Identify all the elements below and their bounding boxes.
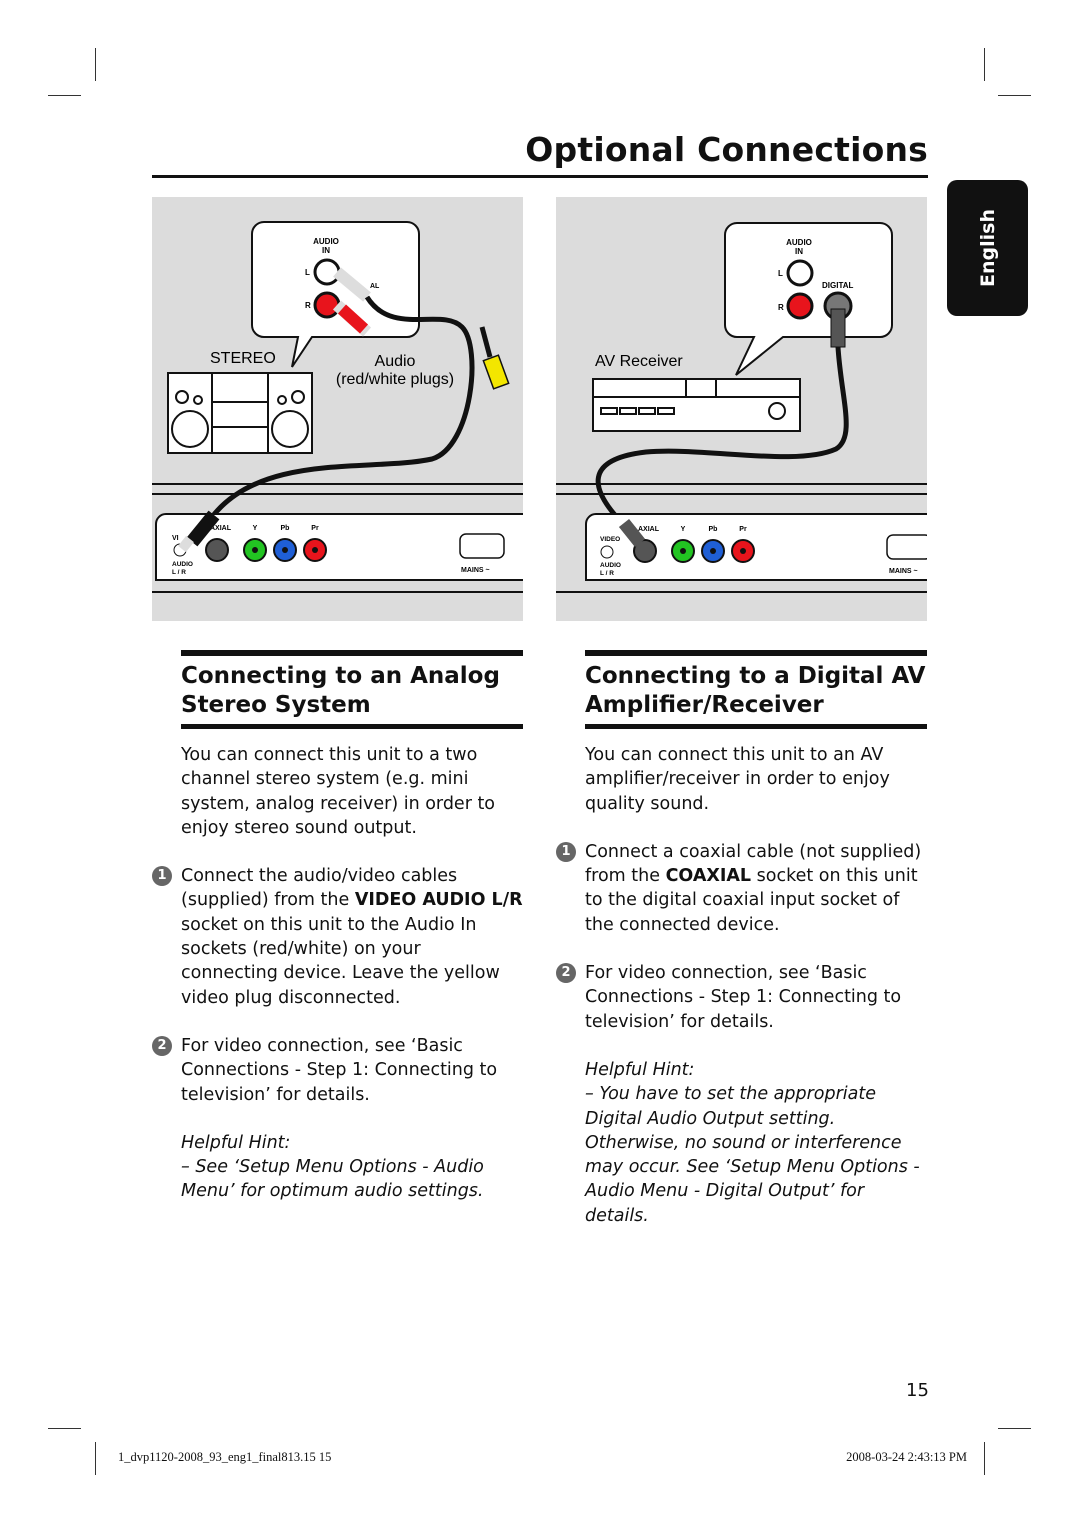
language-tab: English xyxy=(947,180,1028,316)
coaxial-cable xyxy=(595,346,849,529)
av-receiver-icon xyxy=(592,378,801,432)
svg-text:MAINS ~: MAINS ~ xyxy=(461,567,490,574)
coaxial-jack xyxy=(205,538,229,562)
audio-r-jack xyxy=(786,292,814,320)
step-number-badge: 1 xyxy=(152,866,172,887)
svg-text:MAINS ~: MAINS ~ xyxy=(889,568,918,575)
step-number-badge: 1 xyxy=(556,841,576,862)
svg-text:Pr: Pr xyxy=(311,525,319,532)
audio-r-jack xyxy=(313,291,341,319)
page-title: Optional Connections xyxy=(525,130,928,169)
mains-socket xyxy=(886,534,927,560)
intro-text: You can connect this unit to an AV ampli… xyxy=(585,745,890,814)
page-number: 15 xyxy=(906,1380,929,1401)
svg-text:AXIAL: AXIAL xyxy=(638,526,660,533)
crop-mark xyxy=(48,95,81,96)
svg-text:Pb: Pb xyxy=(709,526,718,533)
hint-text: – See ‘Setup Menu Options - Audio Menu’ … xyxy=(181,1157,484,1202)
svg-text:VIDEO: VIDEO xyxy=(600,536,620,543)
yellow-video-plug xyxy=(482,354,510,390)
analog-section: Connecting to an Analog Stereo System You… xyxy=(152,650,523,1204)
device-label: STEREO xyxy=(210,350,276,367)
svg-text:AL: AL xyxy=(370,283,380,290)
svg-text:IN: IN xyxy=(322,246,330,255)
audio-l-jack xyxy=(313,258,341,286)
section-heading: Connecting to an Analog Stereo System xyxy=(181,663,500,718)
device-label: AV Receiver xyxy=(595,353,683,370)
svg-text:L / R: L / R xyxy=(172,569,186,576)
svg-text:DIGITAL: DIGITAL xyxy=(822,281,854,290)
step-number-badge: 2 xyxy=(556,963,576,984)
audio-l-jack xyxy=(786,259,814,287)
crop-mark xyxy=(984,48,985,81)
section-rule xyxy=(181,650,523,656)
hint-text: – You have to set the appropriate Digita… xyxy=(585,1084,920,1226)
cable-label: Audio xyxy=(375,353,416,370)
title-rule xyxy=(152,175,928,178)
svg-text:AUDIO: AUDIO xyxy=(172,561,193,568)
footer-timestamp: 2008-03-24 2:43:13 PM xyxy=(846,1450,967,1464)
svg-text:AUDIO: AUDIO xyxy=(600,562,621,569)
svg-text:L: L xyxy=(305,268,310,277)
step-1: 1 Connect a coaxial cable (not supplied) … xyxy=(556,840,927,937)
footer-file: 1_dvp1120-2008_93_eng1_final813.15 15 xyxy=(118,1450,332,1464)
section-rule xyxy=(585,650,927,656)
section-rule xyxy=(585,724,927,729)
intro-text: You can connect this unit to a two chann… xyxy=(181,745,496,838)
digital-section: Connecting to a Digital AV Amplifier/Rece… xyxy=(556,650,927,1228)
audio-in-label: AUDIO xyxy=(313,237,339,246)
crop-mark xyxy=(95,1442,96,1475)
svg-text:Y: Y xyxy=(253,525,258,532)
digital-av-diagram: AUDIO IN L R DIGITAL AV Receiver VIDEO A… xyxy=(556,197,927,621)
step-1: 1 Connect the audio/video cables (supplie… xyxy=(152,864,523,1010)
svg-text:R: R xyxy=(305,301,311,310)
svg-text:Y: Y xyxy=(681,526,686,533)
svg-text:AUDIO: AUDIO xyxy=(786,238,812,247)
svg-text:L / R: L / R xyxy=(600,570,614,577)
step-number-badge: 2 xyxy=(152,1035,172,1056)
svg-text:IN: IN xyxy=(795,247,803,256)
hint-title: Helpful Hint: xyxy=(585,1059,695,1080)
cable-sublabel: (red/white plugs) xyxy=(336,371,454,388)
hint-title: Helpful Hint: xyxy=(181,1132,291,1153)
crop-mark xyxy=(998,95,1031,96)
crop-mark xyxy=(48,1428,81,1429)
coaxial-plug xyxy=(830,308,846,348)
crop-mark xyxy=(984,1442,985,1475)
section-heading: Connecting to a Digital AV Amplifier/Rece… xyxy=(585,663,926,718)
svg-text:VI: VI xyxy=(172,535,179,542)
svg-text:Pb: Pb xyxy=(281,525,290,532)
crop-mark xyxy=(95,48,96,81)
svg-text:L: L xyxy=(778,269,783,278)
mains-socket xyxy=(459,533,505,559)
svg-text:R: R xyxy=(778,303,784,312)
section-rule xyxy=(181,724,523,729)
step-2: 2 For video connection, see ‘Basic Connec… xyxy=(152,1034,523,1107)
crop-mark xyxy=(998,1428,1031,1429)
step-2: 2 For video connection, see ‘Basic Connec… xyxy=(556,961,927,1034)
stereo-system-icon xyxy=(167,372,313,454)
analog-stereo-diagram: AUDIO IN L R AL STEREO Audio (red/white … xyxy=(152,197,523,621)
manual-page: Optional Connections English AUDIO IN L … xyxy=(0,0,1080,1524)
language-label: English xyxy=(976,209,999,287)
svg-text:Pr: Pr xyxy=(739,526,747,533)
